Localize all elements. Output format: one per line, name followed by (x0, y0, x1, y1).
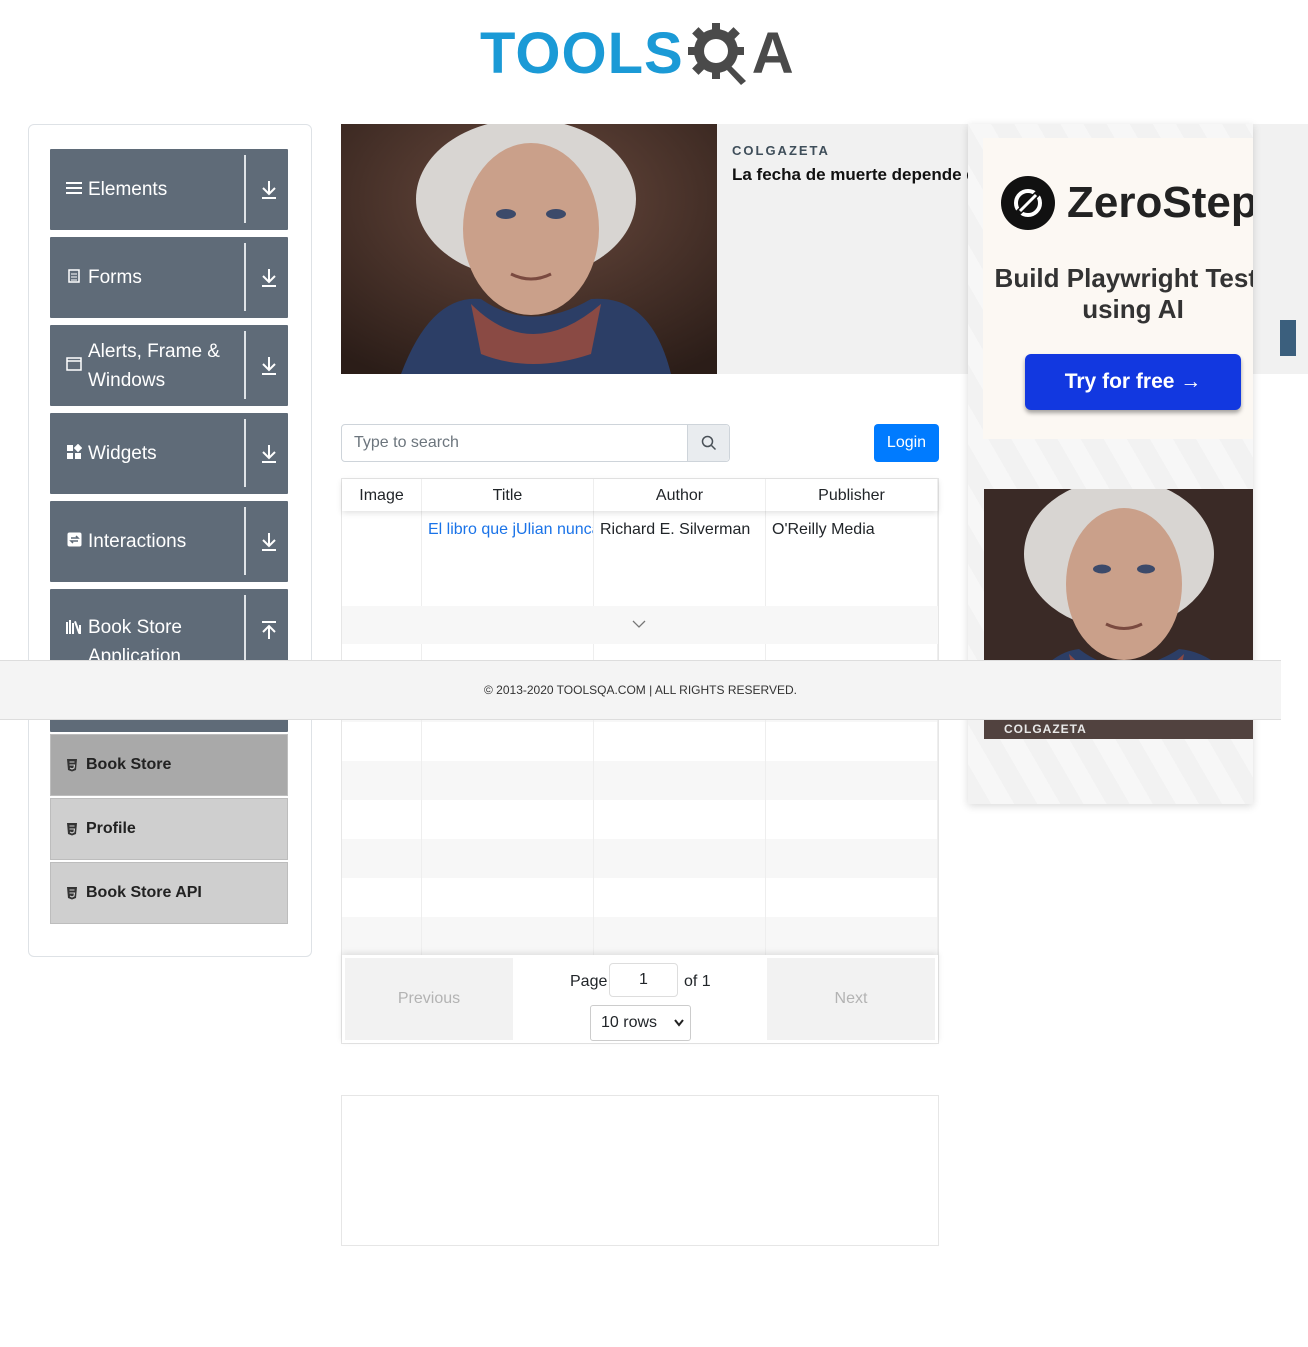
zerostep-subtitle: Build Playwright Tests using AI (994, 263, 1253, 324)
download-arrow-icon[interactable] (259, 531, 279, 553)
book-title-link[interactable]: El libro que jUlian nunca (428, 521, 593, 538)
search-input[interactable] (342, 425, 687, 461)
sidebar-item-book-store[interactable]: Book Store (50, 734, 288, 796)
search-button[interactable] (687, 425, 729, 461)
download-arrow-icon[interactable] (259, 267, 279, 289)
divider (244, 243, 246, 311)
login-button[interactable]: Login (874, 424, 939, 462)
sidebar-item-label: Book Store API (86, 884, 202, 901)
rows-per-page-value: 10 rows (601, 1014, 658, 1031)
column-header-image[interactable]: Image (342, 479, 422, 511)
sidebar-group-widgets[interactable]: Widgets (50, 413, 288, 494)
upload-arrow-icon[interactable] (259, 619, 279, 641)
books-icon (65, 619, 83, 639)
divider (244, 595, 246, 663)
ad-headline[interactable]: La fecha de muerte depende de números (732, 164, 982, 186)
table-row (342, 917, 938, 956)
table-header: Image Title Author Publisher (342, 479, 938, 511)
interactions-icon (65, 532, 83, 551)
download-arrow-icon[interactable] (259, 179, 279, 201)
widgets-icon (65, 443, 83, 464)
html5-icon (67, 759, 77, 772)
sidebar-item-label: Book Store (86, 756, 172, 773)
zerostep-logo-icon (1001, 176, 1055, 230)
table-row (342, 800, 938, 839)
left-navigation-panel: Elements Forms Alerts, Frame & Windows W… (28, 124, 312, 957)
sidebar-group-label: Forms (88, 267, 142, 288)
table-row: El libro que jUlian nunca Richard E. Sil… (342, 511, 938, 606)
divider (244, 419, 246, 487)
column-header-title[interactable]: Title (422, 479, 594, 511)
ad-portrait-image (341, 124, 717, 374)
sidebar-group-label: Alerts, Frame & Windows (88, 340, 220, 391)
ad-side-tab (1280, 320, 1296, 356)
search-box (341, 424, 730, 462)
zerostep-brand: ZeroStep (1067, 178, 1253, 227)
next-button[interactable]: Next (767, 958, 935, 1040)
html5-icon (67, 823, 77, 836)
download-arrow-icon[interactable] (259, 443, 279, 465)
table-row (342, 606, 938, 644)
download-arrow-icon[interactable] (259, 355, 279, 377)
table-body: El libro que jUlian nunca Richard E. Sil… (342, 511, 938, 995)
window-icon (65, 356, 83, 375)
zerostep-logo: ZeroStep (1001, 176, 1253, 230)
rows-per-page-select[interactable]: 10 rows (590, 1005, 691, 1041)
logo-text-tools: TOOLS (480, 21, 684, 86)
document-icon (65, 268, 83, 287)
page-label: Page (570, 973, 608, 990)
divider (244, 331, 246, 399)
table-row (342, 839, 938, 878)
page-total-label: of 1 (684, 973, 711, 990)
divider (244, 155, 246, 223)
sidebar-group-label: Widgets (88, 443, 157, 464)
logo-text-a: A (751, 21, 794, 86)
sidebar-group-label: Interactions (88, 531, 187, 552)
table-row (342, 722, 938, 761)
previous-button[interactable]: Previous (345, 958, 513, 1040)
table-row (342, 761, 938, 800)
books-table: Image Title Author Publisher El libro qu… (341, 478, 939, 1044)
zerostep-ad-card[interactable]: ZeroStep Build Playwright Tests using AI… (983, 138, 1253, 439)
book-title-cell: El libro que jUlian nunca (422, 511, 594, 606)
column-header-publisher[interactable]: Publisher (766, 479, 938, 511)
ad-brand: COLGAZETA (732, 143, 830, 158)
gear-magnifier-icon (687, 23, 746, 85)
empty-ad-container (341, 1095, 939, 1246)
book-publisher-cell: O'Reilly Media (766, 511, 938, 606)
chevron-down-icon (674, 1019, 684, 1027)
html5-icon (67, 887, 77, 900)
sidebar-item-profile[interactable]: Profile (50, 798, 288, 860)
ad-caption: COLGAZETA (984, 717, 1253, 739)
book-image-cell (342, 511, 422, 606)
sidebar-item-book-store-api[interactable]: Book Store API (50, 862, 288, 924)
pagination-bar: Previous Page 1 of 1 10 rows Next (342, 955, 938, 1043)
sidebar-group-elements[interactable]: Elements (50, 149, 288, 230)
toolsqa-logo[interactable]: TOOLS A (480, 14, 810, 94)
try-for-free-button[interactable]: Try for free → (1025, 354, 1241, 410)
pagination-center: Page 1 of 1 10 rows (513, 955, 767, 1043)
page-number-input[interactable]: 1 (609, 963, 678, 997)
column-header-author[interactable]: Author (594, 479, 766, 511)
chevron-down-icon (632, 620, 646, 628)
search-icon (701, 435, 716, 451)
sidebar-group-forms[interactable]: Forms (50, 237, 288, 318)
divider (244, 507, 246, 575)
sidebar-group-label: Elements (88, 179, 168, 200)
table-row (342, 878, 938, 917)
sidebar-item-label: Profile (86, 820, 136, 837)
book-author-cell: Richard E. Silverman (594, 511, 766, 606)
hamburger-icon (65, 181, 83, 199)
sidebar-group-interactions[interactable]: Interactions (50, 501, 288, 582)
copyright-text: © 2013-2020 TOOLSQA.COM | ALL RIGHTS RES… (484, 683, 797, 697)
sidebar-group-alerts[interactable]: Alerts, Frame & Windows (50, 325, 288, 406)
footer-bar: © 2013-2020 TOOLSQA.COM | ALL RIGHTS RES… (0, 660, 1281, 720)
